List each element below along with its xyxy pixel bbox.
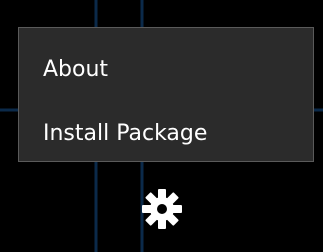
context-menu: About Install Package [18,27,314,162]
gear-icon [140,187,184,235]
settings-button[interactable] [136,185,188,237]
menu-item-install-package[interactable]: Install Package [19,108,313,158]
menu-item-about[interactable]: About [19,44,313,94]
